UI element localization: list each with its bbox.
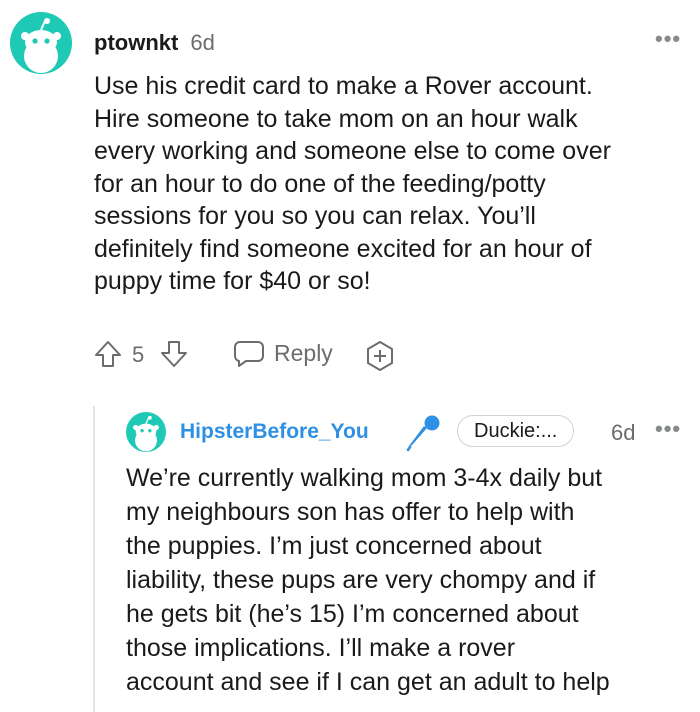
- thread-line[interactable]: [93, 406, 95, 712]
- comment-age: 6d: [190, 30, 215, 55]
- user-avatar[interactable]: [10, 12, 72, 74]
- comment-line: Hire someone to take mom on an hour walk: [94, 104, 578, 133]
- reply-line: account and see if I can get an adult to…: [126, 668, 610, 696]
- comment-line: for an hour to do one of the feeding/pot…: [94, 169, 546, 198]
- reply-username[interactable]: HipsterBefore_You: [180, 420, 369, 444]
- snoo-avatar-icon: [21, 18, 61, 73]
- reply-line: the puppies. I’m just concerned about: [126, 532, 542, 560]
- snoo-avatar-icon: [133, 415, 159, 452]
- comment-body: Use his credit card to make a Rover acco…: [94, 70, 694, 298]
- reply-line: those implications. I’ll make a rover: [126, 634, 516, 662]
- upvote-arrow-icon: [95, 341, 121, 367]
- reply-line: We’re currently walking mom 3-4x daily b…: [126, 464, 603, 492]
- award-plus-icon: [367, 341, 393, 371]
- downvote-button[interactable]: [158, 338, 190, 370]
- comment-line: sessions for you so you can relax. You’l…: [94, 202, 536, 230]
- comment-username[interactable]: ptownkt: [94, 30, 178, 56]
- op-microphone-icon: [404, 412, 444, 452]
- user-flair-badge: Duckie:...: [457, 415, 575, 447]
- downvote-arrow-icon: [161, 341, 187, 367]
- reply-line: my neighbours son has offer to help with: [126, 498, 575, 526]
- reply-bubble-icon: [234, 341, 264, 367]
- comment-line: every working and someone else to come o…: [94, 137, 611, 165]
- award-button[interactable]: [362, 338, 398, 374]
- reply-line: he gets bit (he’s 15) I’m concerned abou…: [126, 600, 579, 628]
- reply-label: Reply: [274, 339, 333, 366]
- reply-user-avatar[interactable]: [126, 412, 166, 452]
- more-options-icon[interactable]: •••: [655, 26, 681, 52]
- reply-button[interactable]: Reply: [232, 338, 333, 368]
- reply-age: 6d: [611, 420, 636, 445]
- comment-line: Use his credit card to make a Rover acco…: [94, 72, 593, 100]
- flair-label: Duckie:...: [474, 419, 558, 442]
- upvote-button[interactable]: [92, 338, 124, 370]
- reply-line: liability, these pups are very chompy an…: [126, 566, 596, 594]
- more-options-icon[interactable]: •••: [655, 416, 681, 442]
- vote-count: 5: [132, 342, 145, 367]
- comment-line: definitely find someone excited for an h…: [94, 234, 592, 263]
- reply-body: We’re currently walking mom 3-4x daily b…: [126, 461, 696, 699]
- comment-line: puppy time for $40 or so!: [94, 267, 371, 295]
